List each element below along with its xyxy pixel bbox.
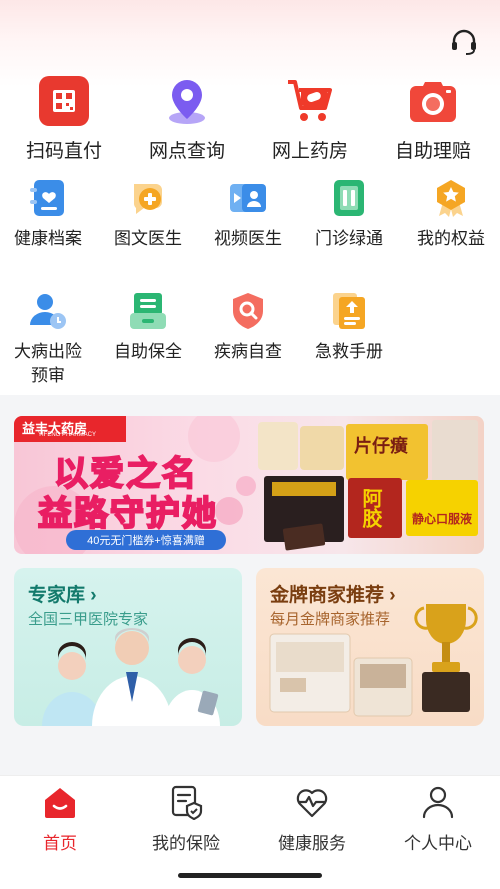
first-aid-manual-icon (329, 291, 369, 331)
tab-home[interactable]: 首页 (5, 784, 115, 854)
user-review-icon (28, 291, 68, 331)
service-video-doctor[interactable]: 视频医生 (206, 178, 290, 251)
service-label: 门诊绿通 (315, 229, 383, 248)
tab-label: 我的保险 (152, 834, 220, 853)
banner-product-1: 片仔癀 (354, 436, 408, 456)
quick-action-label: 网上药房 (271, 141, 348, 162)
bottom-tab-bar: 首页 我的保险 健康服务 个人中心 (0, 775, 500, 889)
tab-label: 个人中心 (404, 834, 472, 853)
self-service-icon (128, 291, 168, 331)
banner-product-2: 阿胶 (359, 488, 381, 528)
clinic-green-channel-icon (329, 178, 369, 218)
camera-icon (408, 76, 458, 126)
chat-doctor-icon (128, 178, 168, 218)
shopping-cart-icon (285, 76, 335, 126)
service-label: 健康档案 (14, 229, 82, 248)
profile-icon (422, 786, 454, 819)
service-label: 疾病自查 (214, 342, 282, 361)
service-label-line2: 预审 (31, 366, 65, 385)
service-major-illness-review[interactable]: 大病出险 预审 (6, 291, 90, 388)
quick-action-branch-search[interactable]: 网点查询 (139, 76, 235, 163)
headset-icon[interactable] (448, 26, 480, 58)
service-self-preservation[interactable]: 自助保全 (106, 291, 190, 364)
quick-action-online-pharmacy[interactable]: 网上药房 (262, 76, 358, 163)
trophy-illustration (269, 604, 478, 717)
insurance-document-icon (171, 785, 203, 821)
quick-action-self-claim[interactable]: 自助理赔 (385, 76, 481, 163)
service-label: 图文医生 (114, 229, 182, 248)
service-first-aid-manual[interactable]: 急救手册 (307, 291, 391, 364)
tab-profile[interactable]: 个人中心 (383, 784, 493, 854)
tab-label: 首页 (43, 834, 77, 853)
gold-merchant-card[interactable]: 金牌商家推荐 › 每月金牌商家推荐 (256, 568, 484, 726)
banner-brand-en: YIFENG PHARMACY (38, 432, 97, 438)
service-disease-self-check[interactable]: 疾病自查 (206, 291, 290, 364)
rights-badge-icon (431, 178, 471, 218)
service-label: 自助保全 (114, 342, 182, 361)
video-doctor-icon (228, 178, 268, 218)
quick-action-label: 网点查询 (148, 141, 225, 162)
service-green-channel[interactable]: 门诊绿通 (307, 178, 391, 251)
scan-pay-icon (39, 76, 89, 126)
service-health-record[interactable]: 健康档案 (6, 178, 90, 251)
service-label: 视频医生 (214, 229, 282, 248)
tab-my-insurance[interactable]: 我的保险 (131, 784, 241, 854)
service-label: 大病出险 预审 (6, 340, 90, 388)
doctors-illustration (42, 628, 220, 726)
service-label: 我的权益 (417, 229, 485, 248)
banner-product-3: 静心口服液 (412, 512, 473, 526)
home-icon (45, 788, 75, 818)
shield-search-icon (228, 291, 268, 331)
tab-label: 健康服务 (278, 834, 346, 853)
service-label-line1: 大病出险 (14, 342, 82, 361)
tab-health-services[interactable]: 健康服务 (257, 784, 367, 854)
promo-banner[interactable]: 益丰大药房 YIFENG PHARMACY 以爱之名 益路守护她 40元无门槛券… (14, 416, 484, 554)
expert-library-card[interactable]: 专家库 › 全国三甲医院专家 (14, 568, 242, 726)
quick-action-label: 自助理赔 (394, 141, 471, 162)
service-chat-doctor[interactable]: 图文医生 (106, 178, 190, 251)
quick-action-label: 扫码直付 (25, 141, 102, 162)
location-pin-icon (162, 76, 212, 126)
banner-coupon: 40元无门槛券+惊喜满赠 (87, 535, 205, 547)
service-label: 急救手册 (315, 342, 383, 361)
health-record-icon (28, 178, 68, 218)
heart-pulse-icon (296, 789, 328, 818)
home-indicator[interactable] (178, 873, 322, 878)
service-my-rights[interactable]: 我的权益 (408, 178, 494, 251)
banner-headline-2: 益路守护她 (37, 494, 218, 534)
quick-action-scan-pay[interactable]: 扫码直付 (16, 76, 112, 163)
